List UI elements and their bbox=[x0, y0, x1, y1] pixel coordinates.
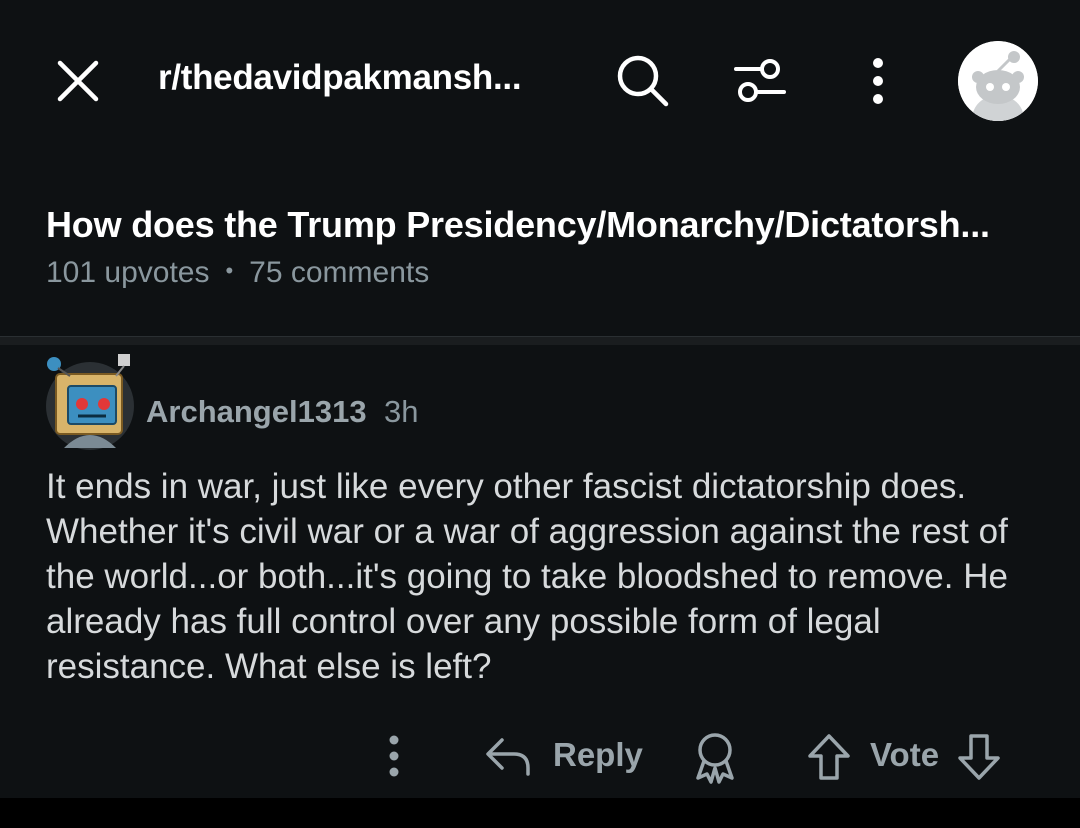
comment-avatar[interactable] bbox=[44, 352, 136, 452]
award-icon[interactable] bbox=[690, 730, 740, 784]
comment-count: 75 comments bbox=[249, 256, 430, 289]
reply-icon[interactable] bbox=[484, 734, 534, 778]
bottom-bar bbox=[0, 798, 1080, 828]
filter-icon[interactable] bbox=[732, 56, 788, 106]
upvote-icon[interactable] bbox=[806, 732, 852, 782]
post-meta: 101 upvotes • 75 comments bbox=[46, 256, 429, 290]
search-icon[interactable] bbox=[614, 52, 672, 110]
comment-body: It ends in war, just like every other fa… bbox=[46, 467, 1008, 686]
robot-avatar-icon bbox=[46, 354, 134, 450]
more-vertical-icon[interactable] bbox=[858, 55, 898, 107]
divider bbox=[0, 336, 1080, 345]
close-icon[interactable] bbox=[52, 55, 104, 107]
subreddit-name[interactable]: r/thedavidpakmansh... bbox=[158, 58, 522, 98]
comment-author[interactable]: Archangel1313 bbox=[146, 394, 367, 430]
comment-time: 3h bbox=[384, 394, 419, 429]
avatar-icon bbox=[958, 41, 1038, 121]
top-bar: r/thedavidpakmansh... bbox=[0, 0, 1080, 160]
user-avatar[interactable] bbox=[958, 41, 1038, 121]
meta-separator: • bbox=[225, 258, 234, 283]
reply-button[interactable]: Reply bbox=[553, 736, 643, 774]
more-vertical-icon[interactable] bbox=[380, 734, 408, 778]
upvote-count: 101 upvotes bbox=[46, 256, 210, 289]
vote-label: Vote bbox=[870, 736, 940, 773]
post-title[interactable]: How does the Trump Presidency/Monarchy/D… bbox=[46, 204, 990, 246]
comment-actions: Reply Vote bbox=[0, 720, 1080, 790]
downvote-icon[interactable] bbox=[956, 732, 1002, 782]
